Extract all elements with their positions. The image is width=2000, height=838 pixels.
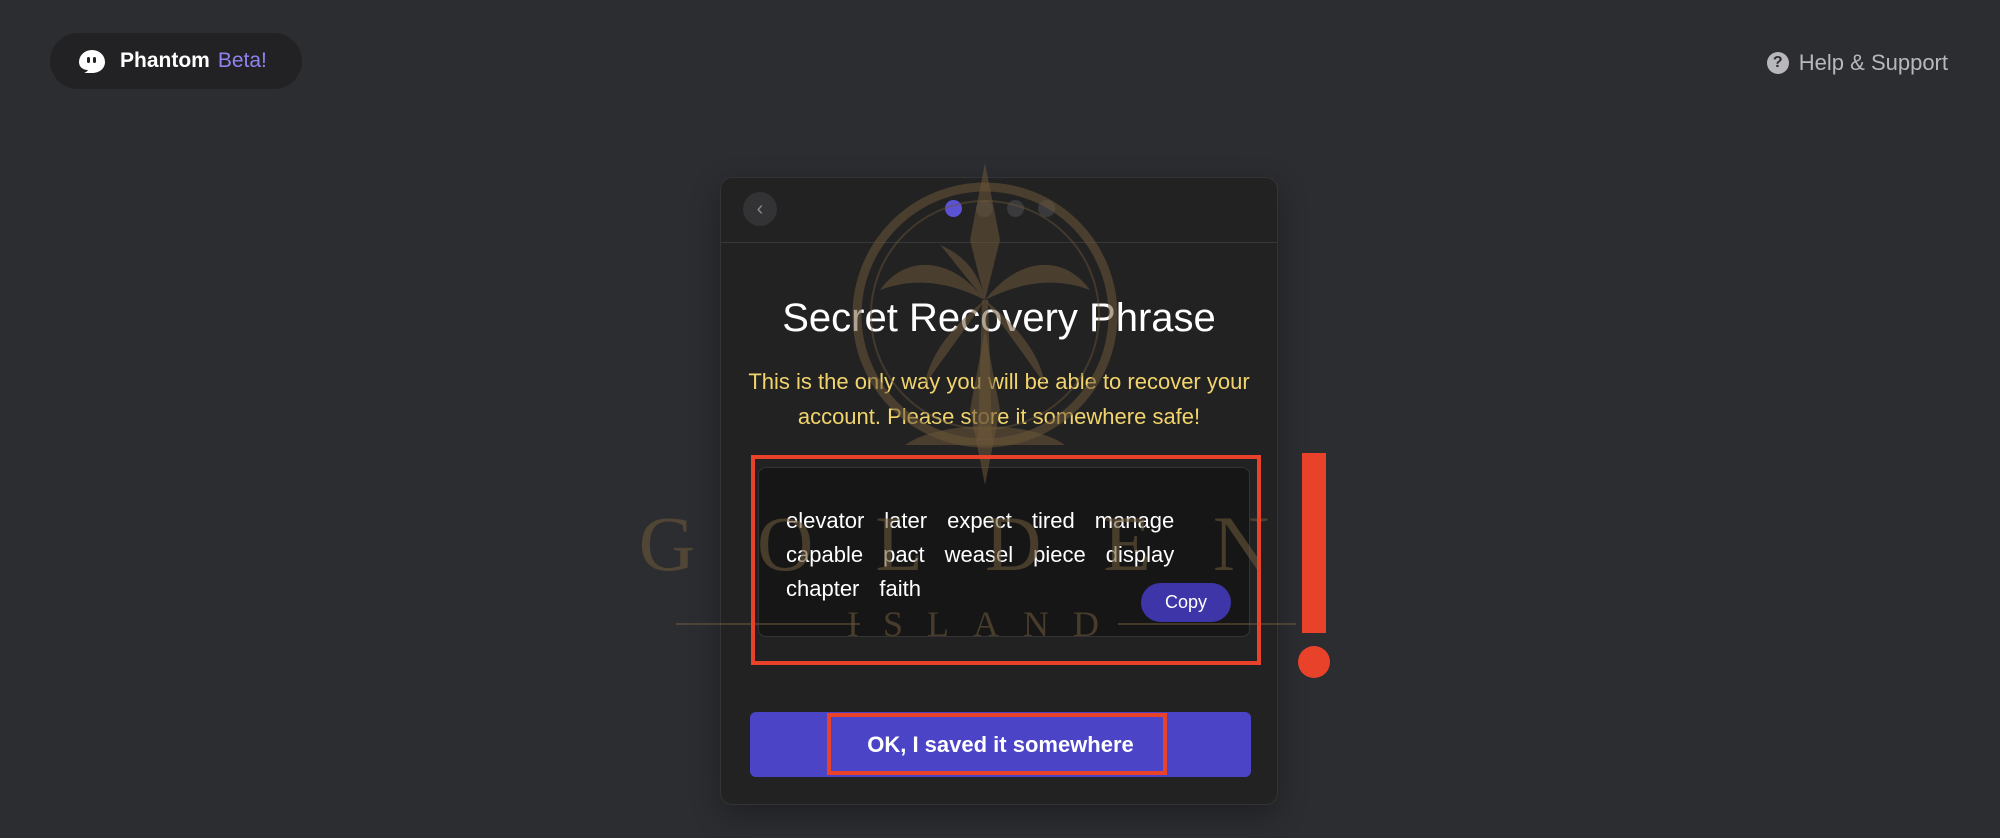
onboarding-card: ‹ Secret Recovery Phrase This is the onl…: [720, 177, 1278, 805]
beta-badge: Beta!: [217, 49, 267, 72]
phrase-word: display: [1105, 542, 1175, 567]
phrase-word: piece: [1033, 542, 1086, 567]
phrase-word: chapter: [786, 576, 860, 601]
ghost-icon: [79, 50, 105, 73]
step-dot: [1038, 200, 1055, 217]
step-dot-active: [945, 200, 962, 217]
phrase-word: faith: [879, 576, 921, 601]
brand-name: Phantom: [120, 49, 210, 72]
phrase-word: later: [884, 508, 928, 533]
exclamation-dot: [1298, 646, 1330, 678]
phrase-word: elevator: [786, 508, 865, 533]
back-button[interactable]: ‹: [743, 192, 777, 226]
help-label: Help & Support: [1798, 50, 1948, 75]
chevron-left-icon: ‹: [756, 197, 764, 220]
exclamation-icon: [1302, 453, 1326, 633]
phrase-word: pact: [883, 542, 925, 567]
step-indicator: [945, 200, 1055, 217]
phrase-word: weasel: [944, 542, 1014, 567]
phrase-word: capable: [786, 542, 864, 567]
phrase-word: tired: [1031, 508, 1075, 533]
copy-button[interactable]: Copy: [1141, 583, 1231, 622]
step-dot: [1007, 200, 1024, 217]
recovery-phrase-box: elevator later expect tired manage capable pac…: [758, 467, 1250, 637]
phantom-brand-pill: Phantom Beta!: [50, 33, 302, 89]
step-dot: [976, 200, 993, 217]
warning-text: This is the only way you will be able to…: [748, 369, 1250, 429]
phrase-words: elevator later expect tired manage capable pac…: [786, 504, 1206, 606]
phrase-word: expect: [947, 508, 1012, 533]
help-support-link[interactable]: ? Help & Support: [1766, 50, 1948, 76]
card-header: ‹: [721, 178, 1277, 243]
question-circle-icon: ?: [1766, 52, 1789, 74]
page-title: Secret Recovery Phrase: [782, 296, 1216, 340]
confirm-saved-button[interactable]: OK, I saved it somewhere: [750, 712, 1251, 777]
phrase-word: manage: [1094, 508, 1175, 533]
